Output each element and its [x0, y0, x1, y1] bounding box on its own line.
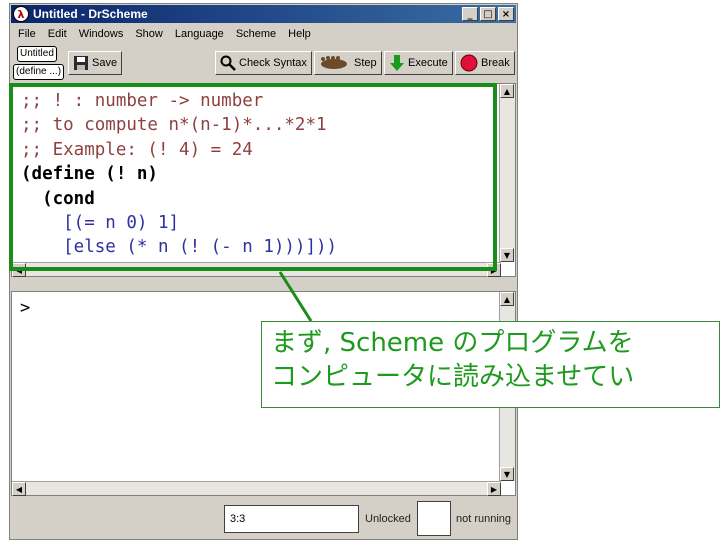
file-name-button[interactable]: Untitled	[17, 46, 57, 62]
green-arrow-down-icon	[390, 55, 404, 71]
break-label: Break	[481, 57, 510, 69]
scroll-down-arrow-icon[interactable]: ▼	[500, 467, 514, 481]
drscheme-lambda-icon: λ	[13, 6, 29, 22]
repl-prompt: >	[20, 298, 31, 318]
menu-windows[interactable]: Windows	[79, 28, 124, 40]
title-bar: λ Untitled - DrScheme _ □ ×	[11, 5, 516, 23]
status-bar: 3:3 Unlocked not running	[11, 498, 516, 538]
menu-scheme[interactable]: Scheme	[236, 28, 276, 40]
stop-sign-icon	[460, 54, 478, 72]
scroll-left-arrow-icon[interactable]: ◀	[12, 482, 26, 496]
callout-line-1: まず, Scheme のプログラムを	[271, 328, 634, 358]
scroll-right-arrow-icon[interactable]: ▶	[487, 482, 501, 496]
minimize-button[interactable]: _	[462, 7, 478, 21]
execute-label: Execute	[408, 57, 448, 69]
magnifier-icon	[220, 55, 236, 71]
scroll-down-arrow-icon[interactable]: ▼	[500, 248, 514, 262]
footprint-icon	[321, 56, 347, 69]
menu-help[interactable]: Help	[288, 28, 311, 40]
menu-language[interactable]: Language	[175, 28, 224, 40]
menu-edit[interactable]: Edit	[48, 28, 67, 40]
annotation-callout: まず, Scheme のプログラムを コンピュータに読み込ませてい	[261, 321, 720, 408]
cursor-position: 3:3	[224, 505, 359, 533]
step-button[interactable]: Step	[314, 51, 382, 75]
toolbar: Untitled (define ...) Save Check Syntax	[11, 46, 516, 82]
break-button[interactable]: Break	[455, 51, 515, 75]
window-controls: _ □ ×	[462, 7, 514, 21]
save-button[interactable]: Save	[68, 51, 123, 75]
scroll-up-arrow-icon[interactable]: ▲	[500, 84, 514, 98]
interactions-horizontal-scrollbar[interactable]: ◀ ▶	[12, 481, 501, 496]
gc-indicator	[417, 501, 451, 536]
menu-file[interactable]: File	[18, 28, 36, 40]
annotation-highlight-frame	[9, 83, 497, 271]
save-icon	[74, 56, 88, 70]
execute-button[interactable]: Execute	[384, 51, 453, 75]
check-syntax-label: Check Syntax	[239, 57, 307, 69]
scroll-up-arrow-icon[interactable]: ▲	[500, 292, 514, 306]
lock-status[interactable]: Unlocked	[365, 513, 411, 525]
callout-line-2: コンピュータに読み込ませてい	[271, 362, 635, 392]
step-label: Step	[354, 57, 377, 69]
menu-bar: File Edit Windows Show Language Scheme H…	[12, 25, 311, 43]
check-syntax-button[interactable]: Check Syntax	[215, 51, 312, 75]
save-label: Save	[92, 57, 118, 69]
definitions-vertical-scrollbar[interactable]: ▲ ▼	[499, 84, 515, 262]
running-status: not running	[456, 513, 512, 525]
close-button[interactable]: ×	[498, 7, 514, 21]
window-title: Untitled - DrScheme	[33, 7, 148, 21]
maximize-button[interactable]: □	[480, 7, 496, 21]
menu-show[interactable]: Show	[135, 28, 163, 40]
define-menu-button[interactable]: (define ...)	[13, 64, 65, 80]
